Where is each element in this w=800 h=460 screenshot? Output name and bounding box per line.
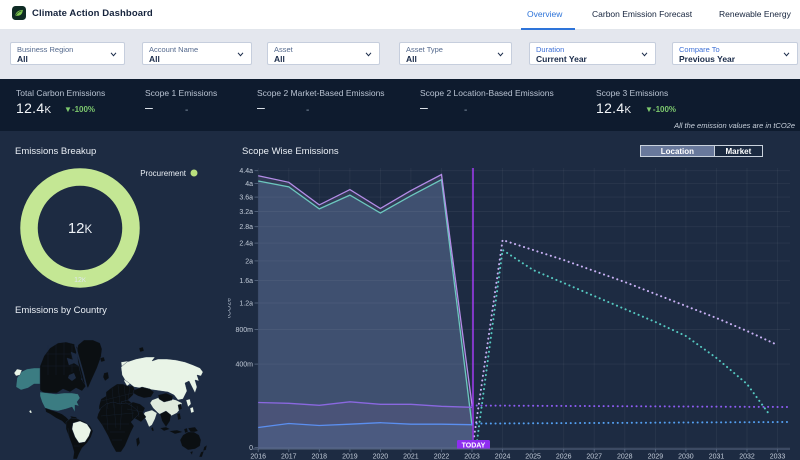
svg-text:4a: 4a [245, 181, 253, 188]
svg-text:1.6a: 1.6a [239, 278, 253, 285]
svg-text:2033: 2033 [770, 454, 786, 460]
svg-text:2a: 2a [245, 258, 253, 265]
svg-text:2029: 2029 [648, 454, 664, 460]
svg-text:2028: 2028 [617, 454, 633, 460]
svg-text:2024: 2024 [495, 454, 511, 460]
svg-text:3.6a: 3.6a [239, 195, 253, 202]
svg-text:2027: 2027 [586, 454, 602, 460]
svg-text:2.4a: 2.4a [239, 241, 253, 248]
svg-text:2026: 2026 [556, 454, 572, 460]
svg-text:2022: 2022 [434, 454, 450, 460]
svg-text:2018: 2018 [312, 454, 328, 460]
svg-text:2023: 2023 [464, 454, 480, 460]
svg-text:1.2a: 1.2a [239, 301, 253, 308]
svg-text:3.2a: 3.2a [239, 209, 253, 216]
svg-text:12K: 12K [68, 220, 93, 237]
svg-text:2020: 2020 [373, 454, 389, 460]
svg-text:12K: 12K [74, 277, 86, 284]
svg-text:2016: 2016 [250, 454, 266, 460]
svg-text:2032: 2032 [739, 454, 755, 460]
svg-text:2017: 2017 [281, 454, 297, 460]
svg-text:2.8a: 2.8a [239, 224, 253, 231]
svg-text:4.4a: 4.4a [239, 168, 253, 175]
svg-text:2021: 2021 [403, 454, 419, 460]
svg-text:TODAY: TODAY [462, 443, 486, 450]
svg-text:2030: 2030 [678, 454, 694, 460]
svg-text:tCO2e: tCO2e [228, 298, 233, 318]
svg-text:2025: 2025 [525, 454, 541, 460]
svg-text:2031: 2031 [709, 454, 725, 460]
svg-text:800m: 800m [235, 327, 253, 334]
svg-text:2019: 2019 [342, 454, 358, 460]
svg-text:400m: 400m [235, 362, 253, 369]
svg-text:Procurement: Procurement [140, 169, 187, 178]
